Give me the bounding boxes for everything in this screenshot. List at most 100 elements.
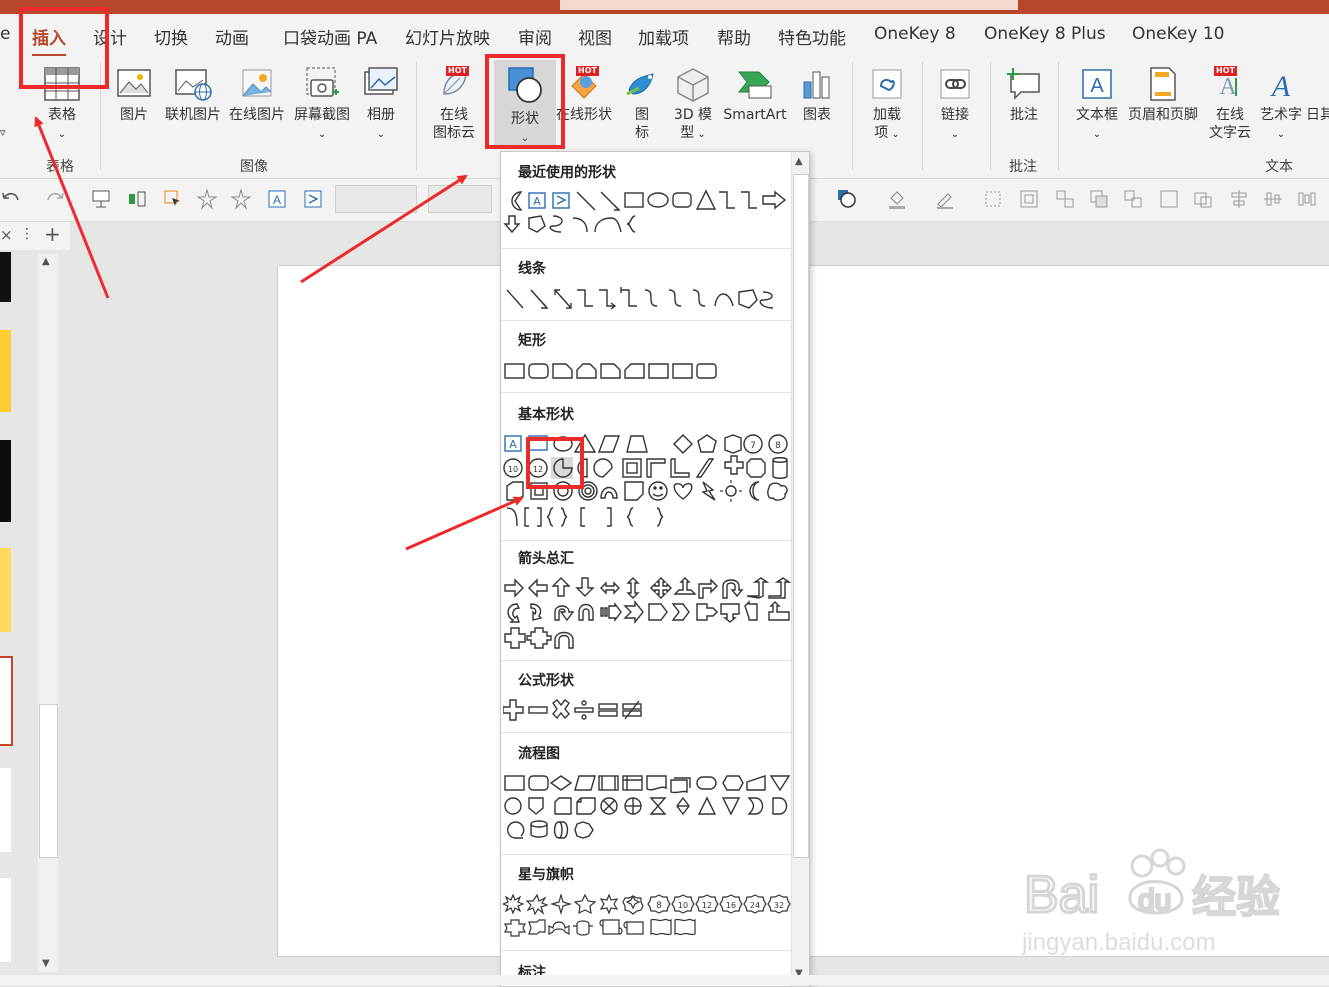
textbox-button[interactable]: A 文本框 ⌄	[1072, 66, 1122, 144]
shape-fill-icon[interactable]	[836, 188, 858, 210]
hot-badge: HOT	[576, 66, 599, 76]
star-icon[interactable]	[196, 188, 218, 210]
baidu-watermark-logo: Bai du 经验 jingyan.baidu.com	[1021, 848, 1280, 956]
online-text-cloud-button[interactable]: HOT A 在线 文字云	[1204, 66, 1256, 142]
addin-icon	[872, 69, 902, 99]
tab-view[interactable]: 视图	[578, 24, 612, 49]
flowchart-grid[interactable]	[503, 772, 791, 846]
slide-thumbnail[interactable]	[0, 330, 11, 412]
icons-button[interactable]: 图 标	[620, 66, 664, 142]
tab-help[interactable]: 帮助	[717, 24, 751, 49]
present-icon[interactable]	[90, 188, 112, 210]
paint-bucket-icon[interactable]	[886, 188, 908, 210]
album-button[interactable]: 相册 ⌄	[362, 66, 400, 144]
section-divider	[501, 732, 791, 733]
tab-onekey8[interactable]: OneKey 8	[874, 24, 956, 44]
distribute-horizontal-icon[interactable]	[1296, 188, 1318, 210]
group-label-table: 表格	[46, 159, 74, 175]
group-divider	[416, 62, 417, 170]
font-name-dropdown[interactable]	[335, 185, 417, 213]
group-collapse-chevron-icon[interactable]: ▿	[0, 124, 6, 142]
stars-banners-grid[interactable]: 8 10 12 16 24 32	[503, 894, 791, 942]
lines-grid[interactable]	[503, 286, 791, 312]
date-time-button[interactable]: 日其	[1306, 106, 1329, 124]
align-center-icon[interactable]	[1228, 188, 1250, 210]
bring-forward-icon[interactable]	[1088, 188, 1110, 210]
svg-text:Bai: Bai	[1024, 866, 1099, 924]
slide-thumbnail[interactable]	[0, 548, 11, 632]
text-box-icon[interactable]: A	[266, 188, 288, 210]
close-icon[interactable]: ×	[0, 226, 13, 244]
undo-icon[interactable]	[0, 188, 22, 210]
scroll-up-icon[interactable]: ▲	[795, 156, 803, 167]
tab-onekey8-plus[interactable]: OneKey 8 Plus	[984, 24, 1106, 44]
addins-button[interactable]: 加载 项 ⌄	[864, 66, 910, 144]
more-icon[interactable]: ⋮	[20, 226, 34, 242]
tab-onekey10[interactable]: OneKey 10	[1132, 24, 1224, 44]
highlight-box-shapes-button	[485, 54, 565, 149]
link-icon	[940, 69, 970, 99]
tab-animations[interactable]: 动画	[215, 24, 249, 49]
picture-button[interactable]: 图片	[114, 66, 154, 124]
slide-thumbnail[interactable]	[0, 768, 11, 852]
distribute-icon[interactable]	[1262, 188, 1284, 210]
add-icon[interactable]: +	[44, 222, 61, 246]
title-bar	[0, 0, 1329, 14]
rectangles-grid[interactable]	[503, 360, 791, 382]
thumbnail-scrollbar[interactable]: ▲ ▼	[38, 254, 58, 972]
send-backward-icon[interactable]	[1122, 188, 1144, 210]
cube-icon	[677, 68, 709, 102]
slide-thumbnail[interactable]	[0, 252, 11, 302]
star-outline-icon[interactable]	[230, 188, 252, 210]
wordart-button[interactable]: A 艺术字 ⌄	[1256, 66, 1306, 144]
comment-button[interactable]: 批注	[1002, 66, 1046, 124]
selection-pane-icon[interactable]	[1192, 188, 1214, 210]
3d-model-button[interactable]: 3D 模 型 ⌄	[668, 66, 718, 144]
align-icon[interactable]	[126, 188, 148, 210]
tab-slideshow[interactable]: 幻灯片放映	[405, 24, 490, 49]
link-button[interactable]: 链接 ⌄	[932, 66, 978, 144]
tab-review[interactable]: 审阅	[518, 24, 552, 49]
redo-icon[interactable]	[44, 188, 66, 210]
tab-transitions[interactable]: 切换	[154, 24, 188, 49]
arrange-icon[interactable]	[1158, 188, 1180, 210]
tab-special-features[interactable]: 特色功能	[778, 24, 846, 49]
table-label: 表格	[48, 107, 76, 123]
scroll-thumb[interactable]	[793, 174, 809, 858]
screenshot-button[interactable]: 屏幕截图 ⌄	[290, 66, 354, 144]
online-picture-button[interactable]: 在线图片	[226, 66, 288, 124]
online-icon-cloud-button[interactable]: HOT 在线 图标云	[428, 66, 480, 142]
linked-online-picture-button[interactable]: 联机图片	[160, 66, 226, 124]
group-label-comment: 批注	[1009, 159, 1037, 175]
slide-thumbnail[interactable]	[0, 878, 11, 962]
slide-thumbnail[interactable]	[0, 440, 11, 522]
scroll-up-icon[interactable]: ▲	[42, 256, 50, 267]
shapes-gallery: 最近使用的形状 A 线条 矩形 基本形状 A 7 8 10 12 箭头总汇 公式…	[500, 151, 810, 987]
header-footer-button[interactable]: 页眉和页脚	[1124, 66, 1202, 124]
arrows-grid[interactable]	[503, 576, 791, 650]
crop-icon[interactable]	[982, 188, 1004, 210]
svg-text:7: 7	[750, 441, 756, 451]
tab-file-partial[interactable]: e	[0, 24, 10, 44]
group-icon[interactable]	[1018, 188, 1040, 210]
equation-shapes-grid[interactable]	[503, 698, 791, 722]
tab-addins[interactable]: 加载项	[638, 24, 689, 49]
shapes-gallery-scrollbar[interactable]: ▲ ▼	[791, 152, 809, 986]
screenshot-label: 屏幕截图	[294, 107, 350, 123]
pen-outline-icon[interactable]	[934, 188, 956, 210]
select-icon[interactable]	[162, 188, 184, 210]
scroll-thumb[interactable]	[39, 704, 58, 858]
tab-pocket-animation[interactable]: 口袋动画 PA	[283, 24, 377, 49]
ungroup-icon[interactable]	[1054, 188, 1076, 210]
bird-icon	[626, 73, 654, 96]
vertical-text-box-icon[interactable]	[302, 188, 324, 210]
chart-button[interactable]: 图表	[796, 66, 838, 124]
chevron-down-icon: ⌄	[888, 129, 900, 140]
font-size-dropdown[interactable]	[428, 185, 492, 213]
smartart-button[interactable]: SmartArt	[720, 66, 790, 124]
search-box[interactable]	[560, 0, 1018, 10]
slide-thumbnail-selected[interactable]	[0, 656, 13, 746]
recent-shapes-grid[interactable]: A	[503, 188, 791, 236]
3d-model-label-1: 3D 模	[673, 107, 713, 123]
scroll-down-icon[interactable]: ▼	[42, 958, 50, 969]
